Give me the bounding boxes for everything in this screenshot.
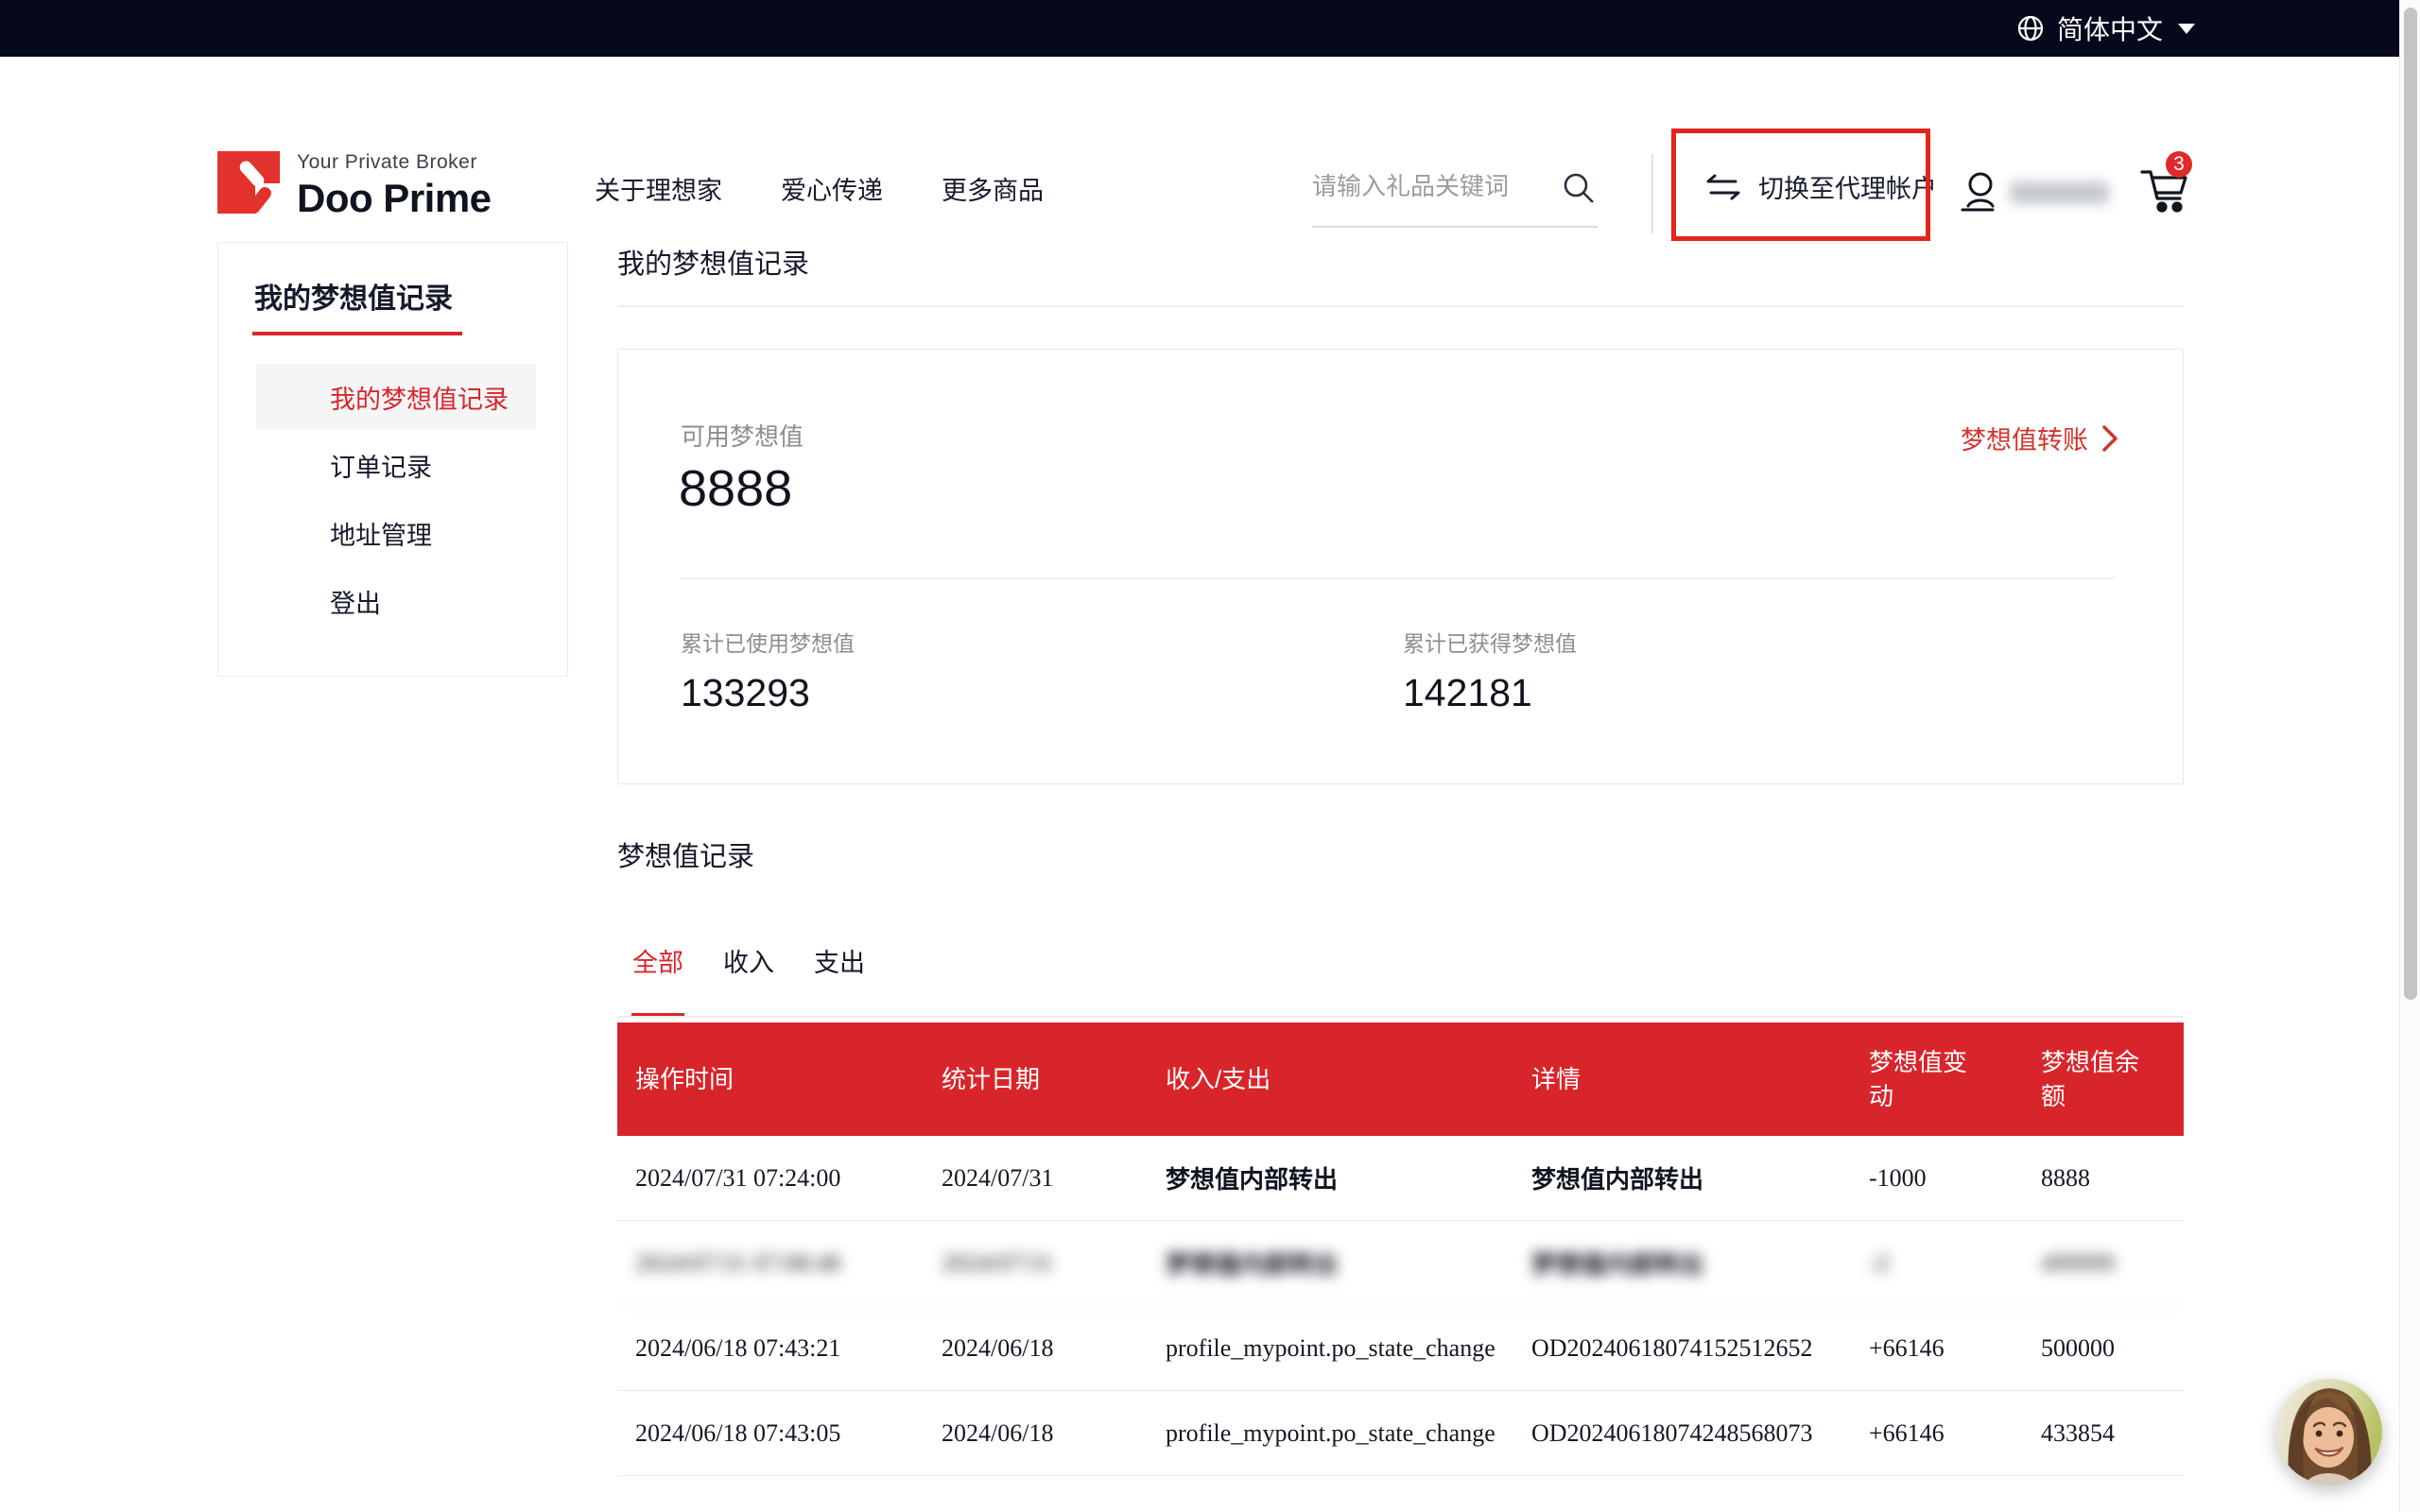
table-row: 2024/06/18 07:43:05 2024/06/18 profile_m… [617,1391,2184,1476]
sidebar-item-label: 订单记录 [330,447,432,484]
table-row: 2024/07/31 07:08:48 2024/07/31 梦想值内部转出 梦… [617,1221,2184,1306]
cell-stat-date: 2024/06/18 [942,1306,1166,1390]
table-header-cell: 收入/支出 [1166,1022,1531,1136]
page-scrollbar[interactable] [2399,0,2420,1512]
table-header-cell: 梦想值变动 [1869,1022,2041,1136]
points-transfer-link[interactable]: 梦想值转账 [1961,420,2118,456]
available-points-value: 8888 [679,459,792,518]
points-summary-card: 可用梦想值 8888 梦想值转账 累计已使用梦想值 133293 累计已获得梦想… [617,349,2184,784]
records-tab[interactable]: 支出 [813,942,866,1018]
brand-tagline: Your Private Broker [297,151,492,174]
points-transfer-label: 梦想值转账 [1961,420,2088,456]
table-header-cell: 操作时间 [617,1022,942,1136]
table-header-cell: 统计日期 [942,1022,1166,1136]
cell-points-change: -2 [1869,1221,2041,1305]
records-tabs: 全部 收入 支出 [631,942,866,1018]
cell-detail: OD20240618074152512652 [1531,1306,1869,1390]
cell-income-expense: 梦想值内部转出 [1166,1221,1531,1305]
sidebar-item[interactable]: 地址管理 [256,500,536,566]
cell-detail: 梦想值内部转出 [1531,1136,1869,1220]
sidebar-item-label: 登出 [330,583,381,620]
earned-points-value: 142181 [1403,671,1577,715]
brand-logo[interactable]: Your Private Broker Doo Prime [217,151,492,221]
sidebar-item-label: 地址管理 [330,515,432,552]
tab-label: 支出 [814,949,865,977]
sidebar-item[interactable]: 登出 [256,568,536,634]
top-bar: 简体中文 [0,0,2399,57]
chevron-down-icon [2178,24,2195,34]
records-table-header: 操作时间 统计日期 收入/支出 详情 梦想值变动 梦想值余额 [617,1022,2184,1136]
cell-operation-time: 2024/06/18 07:43:21 [617,1306,942,1390]
records-table-body: 2024/07/31 07:24:00 2024/07/31 梦想值内部转出 梦… [617,1136,2184,1476]
sidebar-title-underline [252,332,462,335]
avatar-photo-icon [2276,1379,2382,1485]
scrollbar-thumb[interactable] [2404,8,2417,1000]
cell-detail: 梦想值内部转出 [1531,1221,1869,1305]
sidebar-item[interactable]: 订单记录 [256,432,536,498]
cart-count-badge: 3 [2166,151,2192,178]
doo-prime-logo-mark-icon [217,151,280,214]
language-selector[interactable]: 简体中文 [2015,9,2195,47]
cell-stat-date: 2024/07/31 [942,1136,1166,1220]
chevron-right-icon [2101,424,2118,453]
brand-logo-text: Your Private Broker Doo Prime [297,151,492,221]
cell-points-balance: 500000 [2041,1306,2184,1390]
chat-widget-avatar[interactable] [2276,1379,2382,1485]
earned-points-label: 累计已获得梦想值 [1403,626,1577,658]
used-points-value: 133293 [681,671,855,715]
cell-income-expense: profile_mypoint.po_state_change [1166,1306,1531,1390]
tab-label: 收入 [723,949,774,977]
language-label: 简体中文 [2057,9,2163,47]
cell-operation-time: 2024/06/18 07:43:05 [617,1391,942,1475]
records-tab[interactable]: 收入 [722,942,775,1018]
main-content: 我的梦想值记录 可用梦想值 8888 梦想值转账 累计已使用梦想值 133293… [617,197,2184,1512]
title-separator [617,305,2184,307]
sidebar-title: 我的梦想值记录 [254,275,567,317]
brand-name: Doo Prime [297,176,492,221]
sidebar-item[interactable]: 我的梦想值记录 [256,364,536,430]
tabs-baseline [617,1016,2184,1018]
cell-stat-date: 2024/06/18 [942,1391,1166,1475]
earned-points-stat: 累计已获得梦想值 142181 [1403,626,1577,715]
globe-icon [2015,13,2046,43]
page-title: 我的梦想值记录 [617,242,809,282]
cell-stat-date: 2024/07/31 [942,1221,1166,1305]
cell-income-expense: 梦想值内部转出 [1166,1136,1531,1220]
cell-points-balance: 499999 [2041,1221,2184,1305]
table-row: 2024/06/18 07:43:21 2024/06/18 profile_m… [617,1306,2184,1391]
used-points-label: 累计已使用梦想值 [681,626,855,658]
cell-detail: OD20240618074248568073 [1531,1391,1869,1475]
cell-points-change: -1000 [1869,1136,2041,1220]
cell-operation-time: 2024/07/31 07:24:00 [617,1136,942,1220]
records-tab[interactable]: 全部 [631,942,684,1018]
cell-points-change: +66146 [1869,1391,2041,1475]
sidebar: 我的梦想值记录 我的梦想值记录 订单记录 地址管理 登出 [217,242,568,677]
card-divider [681,577,2115,579]
available-points-label: 可用梦想值 [681,418,804,453]
table-header-cell: 详情 [1531,1022,1869,1136]
table-row: 2024/07/31 07:24:00 2024/07/31 梦想值内部转出 梦… [617,1136,2184,1221]
cell-points-balance: 8888 [2041,1136,2184,1220]
sidebar-item-label: 我的梦想值记录 [330,379,509,416]
records-section-title: 梦想值记录 [617,834,754,874]
cell-operation-time: 2024/07/31 07:08:48 [617,1221,942,1305]
used-points-stat: 累计已使用梦想值 133293 [681,626,855,715]
cell-points-balance: 433854 [2041,1391,2184,1475]
table-header-cell: 梦想值余额 [2041,1022,2184,1136]
cell-points-change: +66146 [1869,1306,2041,1390]
cell-income-expense: profile_mypoint.po_state_change [1166,1391,1531,1475]
tab-label: 全部 [632,949,683,977]
